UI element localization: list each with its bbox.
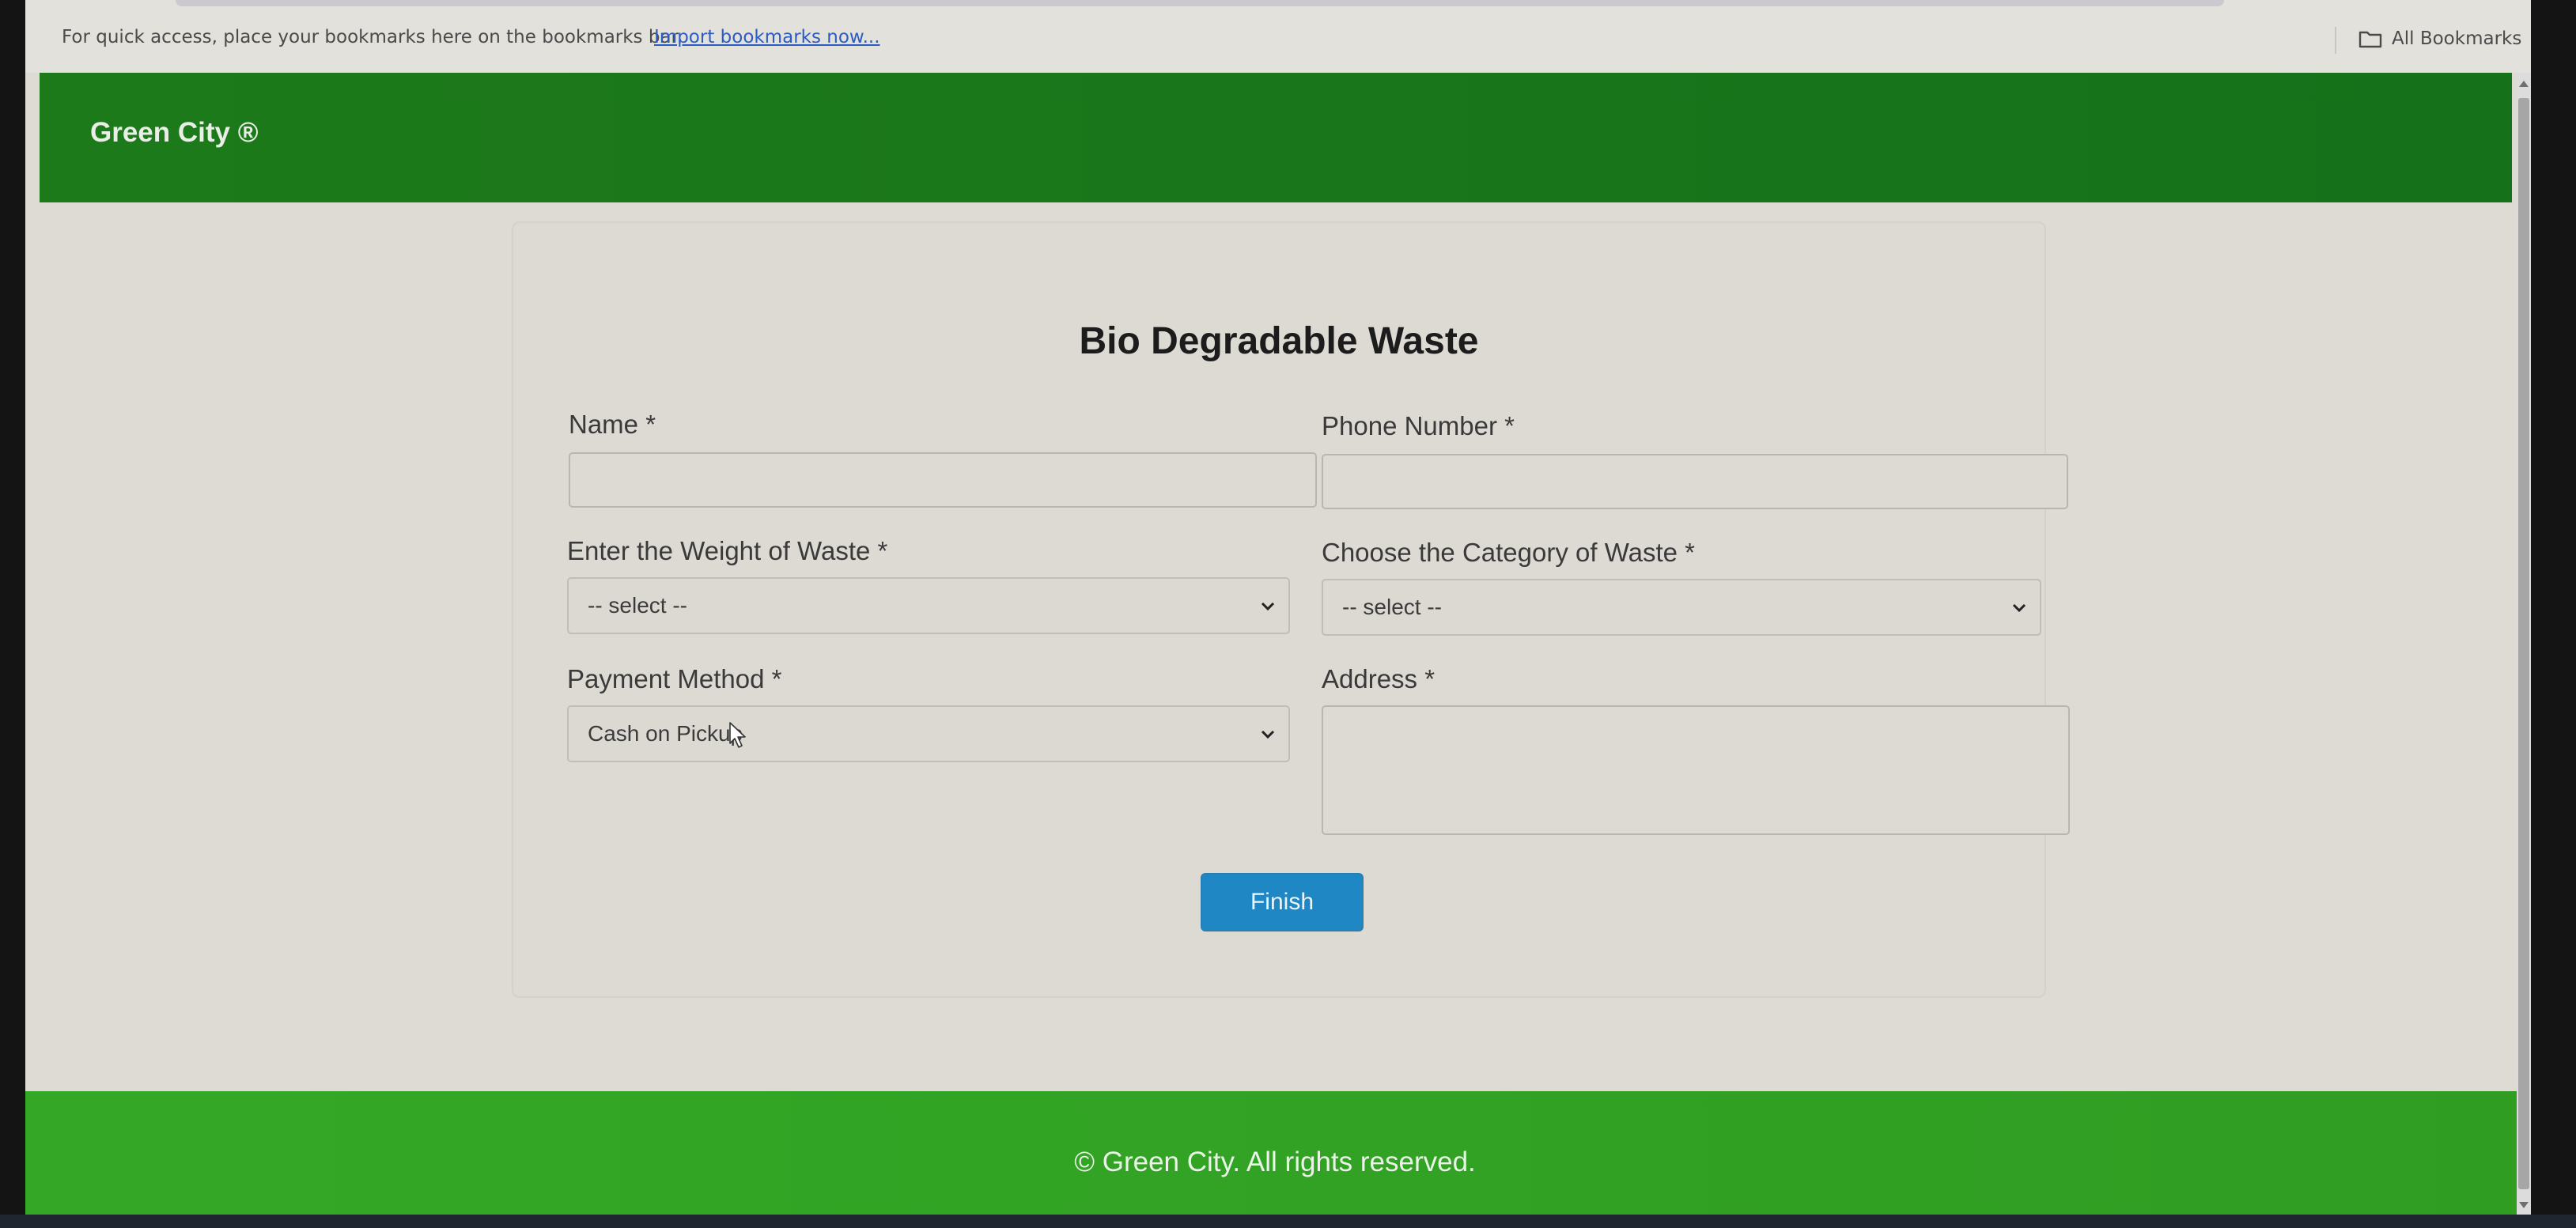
payment-select[interactable]: Cash on Pickup bbox=[567, 705, 1290, 762]
category-select[interactable]: -- select -- bbox=[1322, 579, 2041, 636]
phone-label: Phone Number * bbox=[1322, 411, 1515, 440]
os-taskbar bbox=[0, 1215, 2576, 1228]
weight-label: Enter the Weight of Waste * bbox=[567, 536, 888, 565]
tab-strip-edge bbox=[176, 0, 2224, 6]
payment-select-value: Cash on Pickup bbox=[588, 721, 743, 746]
category-label: Choose the Category of Waste * bbox=[1322, 538, 1696, 567]
vertical-scrollbar[interactable] bbox=[2517, 73, 2531, 1215]
all-bookmarks-button[interactable]: All Bookmarks bbox=[2358, 28, 2521, 49]
scroll-thumb[interactable] bbox=[2518, 98, 2529, 1189]
payment-label: Payment Method * bbox=[567, 664, 782, 693]
site-header: Green City ® bbox=[40, 73, 2512, 202]
address-label: Address * bbox=[1322, 664, 1436, 693]
scroll-up-arrow-icon[interactable] bbox=[2519, 81, 2529, 87]
bookmarks-bar: For quick access, place your bookmarks h… bbox=[25, 0, 2531, 73]
folder-icon bbox=[2358, 31, 2382, 48]
chevron-down-icon bbox=[1261, 602, 1275, 611]
brand-logo-text[interactable]: Green City ® bbox=[90, 117, 259, 149]
mouse-cursor-icon bbox=[729, 722, 746, 748]
browser-viewport: For quick access, place your bookmarks h… bbox=[25, 0, 2531, 1215]
category-select-value: -- select -- bbox=[1342, 595, 1442, 619]
import-bookmarks-link[interactable]: Import bookmarks now... bbox=[654, 27, 880, 47]
address-textarea[interactable] bbox=[1322, 705, 2070, 835]
name-label: Name * bbox=[569, 410, 656, 439]
chevron-down-icon bbox=[1261, 730, 1275, 739]
all-bookmarks-label: All Bookmarks bbox=[2392, 28, 2522, 49]
chevron-down-icon bbox=[2012, 603, 2026, 613]
form-title: Bio Degradable Waste bbox=[1079, 320, 1479, 362]
scroll-down-arrow-icon[interactable] bbox=[2519, 1202, 2529, 1208]
site-footer: © Green City. All rights reserved. bbox=[25, 1091, 2525, 1215]
weight-select[interactable]: -- select -- bbox=[567, 577, 1290, 634]
bookmarks-hint-text: For quick access, place your bookmarks h… bbox=[62, 27, 683, 47]
waste-form-card: Bio Degradable Waste Name * Phone Number… bbox=[512, 221, 2070, 998]
finish-button[interactable]: Finish bbox=[1201, 873, 1364, 931]
copyright-text: © Green City. All rights reserved. bbox=[1074, 1147, 1476, 1177]
phone-input[interactable] bbox=[1322, 454, 2068, 509]
weight-select-value: -- select -- bbox=[588, 593, 687, 618]
name-input[interactable] bbox=[569, 452, 1317, 508]
bookmarks-divider bbox=[2335, 27, 2336, 54]
